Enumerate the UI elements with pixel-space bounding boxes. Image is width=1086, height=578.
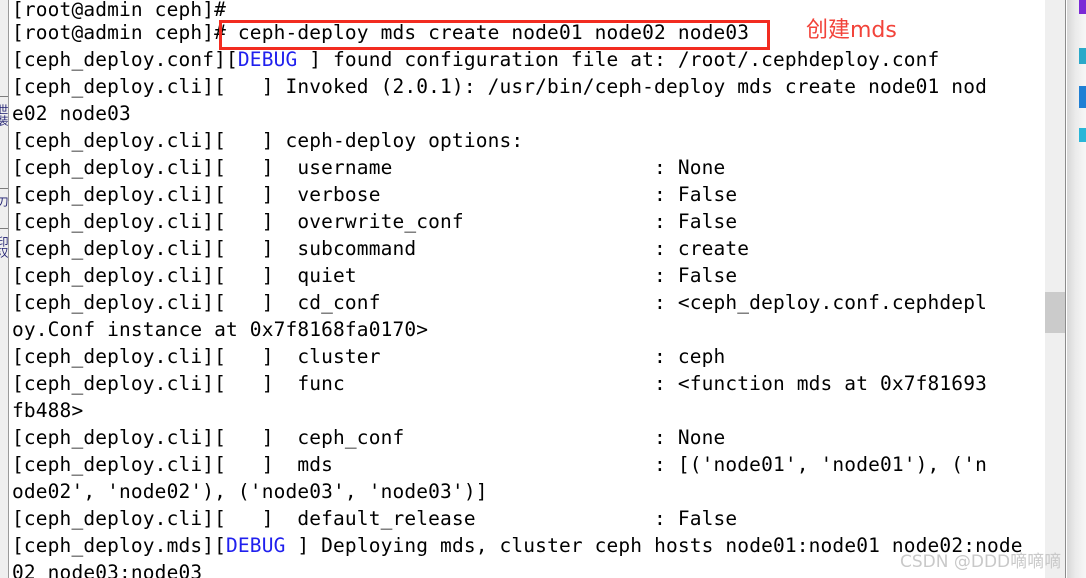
terminal-text: [ceph_deploy.cli][ ] verbose : False xyxy=(12,183,738,206)
terminal-text: [ceph_deploy.cli][ ] subcommand : create xyxy=(12,237,750,260)
terminal-line: [ceph_deploy.cli][ ] default_release : F… xyxy=(12,505,737,532)
gutter-divider xyxy=(0,96,8,97)
terminal-text: [ceph_deploy.cli][ ] cd_conf : <ceph_dep… xyxy=(12,291,987,314)
scrollbar-thumb[interactable] xyxy=(1045,292,1065,333)
left-gutter-panel[interactable]: 世装刀印汉 xyxy=(0,0,9,578)
terminal-line: [ceph_deploy.cli][ ] ceph_conf : None xyxy=(12,424,725,451)
terminal-text: [ceph_deploy.conf][ xyxy=(12,48,238,71)
terminal-line: [ceph_deploy.cli][ ] ceph-deploy options… xyxy=(12,127,523,154)
gutter-divider xyxy=(0,188,8,189)
terminal-line: [ceph_deploy.cli][ ] cluster : ceph xyxy=(12,343,725,370)
terminal-line: 02 node03:node03 xyxy=(12,559,202,578)
scrollbar-track[interactable] xyxy=(1045,0,1066,578)
edge-icon-teal[interactable] xyxy=(1079,48,1086,64)
annotation-label: 创建mds xyxy=(806,18,897,43)
edge-icon-blue[interactable] xyxy=(1079,86,1086,108)
terminal-line: [ceph_deploy.cli][ ] overwrite_conf : Fa… xyxy=(12,208,737,235)
terminal-output[interactable]: [root@admin ceph]# [root@admin ceph]# cep… xyxy=(10,0,1040,578)
terminal-screenshot: 世装刀印汉 [root@admin ceph]# [root@admin ceph… xyxy=(0,0,1086,578)
terminal-text: [ceph_deploy.cli][ ] func : <function md… xyxy=(12,372,987,395)
terminal-text: [root@admin ceph]# xyxy=(12,0,227,21)
terminal-line: [ceph_deploy.mds][DEBUG ] Deploying mds,… xyxy=(12,532,1023,559)
terminal-text: [ceph_deploy.cli][ ] ceph-deploy options… xyxy=(12,129,524,152)
gutter-divider xyxy=(0,228,8,229)
edge-icon-cyan[interactable] xyxy=(1079,128,1086,142)
gutter-tab-3[interactable]: 印汉 xyxy=(0,236,8,258)
terminal-line: fb488> xyxy=(12,397,83,424)
terminal-text: e02 node03 xyxy=(12,102,131,125)
terminal-line: ode02', 'node02'), ('node03', 'node03')] xyxy=(12,478,488,505)
terminal-line: [root@admin ceph]# ceph-deploy mds creat… xyxy=(12,19,749,46)
terminal-line: [ceph_deploy.cli][ ] func : <function md… xyxy=(12,370,987,397)
terminal-text: ] found configuration file at: /root/.ce… xyxy=(297,48,940,71)
terminal-text: [ceph_deploy.cli][ ] mds : [('node01', '… xyxy=(12,453,987,476)
gutter-tab-2[interactable]: 刀 xyxy=(0,196,8,207)
terminal-line: [ceph_deploy.cli][ ] verbose : False xyxy=(12,181,737,208)
terminal-text: [ceph_deploy.cli][ ] Invoked (2.0.1): /u… xyxy=(12,75,987,98)
csdn-watermark: CSDN @DDD嘀嘀嘀 xyxy=(900,552,1062,572)
terminal-text: [ceph_deploy.cli][ ] username : None xyxy=(12,156,726,179)
gutter-tab-1[interactable]: 世装 xyxy=(0,104,8,126)
terminal-text: 02 node03:node03 xyxy=(12,561,203,578)
terminal-text: [ceph_deploy.cli][ ] cluster : ceph xyxy=(12,345,726,368)
terminal-line: [ceph_deploy.cli][ ] Invoked (2.0.1): /u… xyxy=(12,73,987,100)
terminal-text: [ceph_deploy.cli][ ] quiet : False xyxy=(12,264,738,287)
terminal-line: [ceph_deploy.cli][ ] mds : [('node01', '… xyxy=(12,451,987,478)
terminal-line: [ceph_deploy.cli][ ] username : None xyxy=(12,154,725,181)
terminal-text: [ceph_deploy.cli][ ] overwrite_conf : Fa… xyxy=(12,210,738,233)
terminal-line: [ceph_deploy.cli][ ] subcommand : create xyxy=(12,235,749,262)
debug-token: DEBUG xyxy=(237,48,298,71)
terminal-text: [root@admin ceph]# ceph-deploy mds creat… xyxy=(12,21,750,44)
terminal-line: [ceph_deploy.cli][ ] cd_conf : <ceph_dep… xyxy=(12,289,987,316)
terminal-text: [ceph_deploy.cli][ ] default_release : F… xyxy=(12,507,738,530)
terminal-line: [ceph_deploy.cli][ ] quiet : False xyxy=(12,262,737,289)
terminal-text: oy.Conf instance at 0x7f8168fa0170> xyxy=(12,318,429,341)
terminal-text: fb488> xyxy=(12,399,84,422)
terminal-text: [ceph_deploy.cli][ ] ceph_conf : None xyxy=(12,426,726,449)
debug-token: DEBUG xyxy=(226,534,286,557)
terminal-text: [ceph_deploy.mds][ xyxy=(12,534,227,557)
terminal-line: oy.Conf instance at 0x7f8168fa0170> xyxy=(12,316,428,343)
edge-icon-purple[interactable] xyxy=(1079,0,1086,14)
terminal-line: e02 node03 xyxy=(12,100,131,127)
terminal-line: [ceph_deploy.conf][DEBUG ] found configu… xyxy=(12,46,939,73)
terminal-text: ode02', 'node02'), ('node03', 'node03')] xyxy=(12,480,488,503)
